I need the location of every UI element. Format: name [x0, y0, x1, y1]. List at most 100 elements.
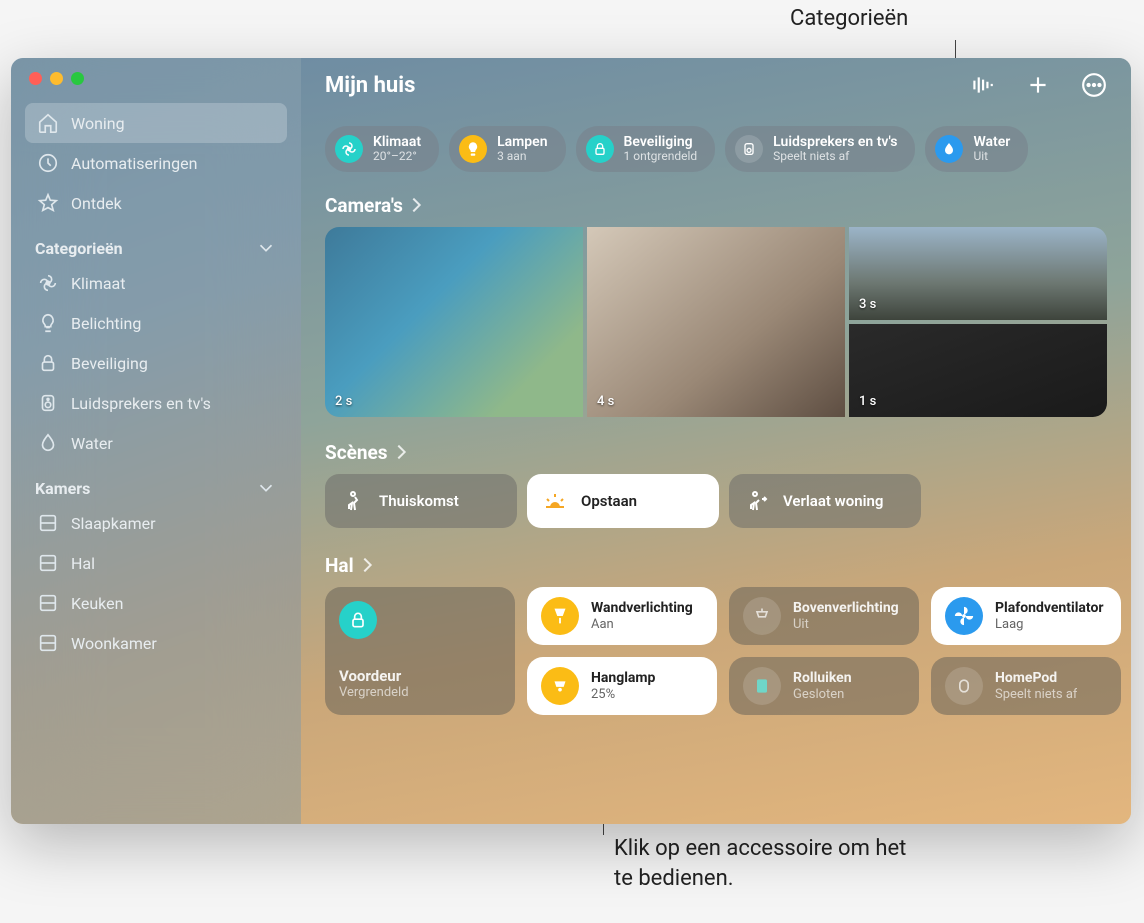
sidebar-item-bedroom[interactable]: Slaapkamer	[25, 503, 287, 543]
drop-icon	[935, 135, 963, 163]
camera-timestamp: 1 s	[859, 394, 876, 409]
fullscreen-window-button[interactable]	[71, 72, 84, 85]
camera-timestamp: 4 s	[597, 394, 614, 409]
app-window: Woning Automatiseringen Ontdek Categorie…	[11, 58, 1131, 824]
window-controls	[25, 68, 287, 103]
sidebar-header-label: Categorieën	[35, 239, 123, 258]
callout-accessory: Klik op een accessoire om het te bediene…	[614, 834, 914, 893]
add-button[interactable]	[1025, 72, 1051, 98]
scene-label: Thuiskomst	[379, 492, 459, 510]
camera-tile[interactable]: 4 s	[587, 227, 845, 417]
sidebar-header-categories[interactable]: Categorieën	[25, 223, 287, 263]
tile-title: Plafondventilator	[995, 600, 1104, 617]
pill-title: Beveiliging	[624, 134, 698, 150]
fan-icon	[335, 135, 363, 163]
close-window-button[interactable]	[29, 72, 42, 85]
pill-sub: Speelt niets af	[773, 150, 897, 164]
tile-sub: Uit	[793, 617, 899, 633]
speaker-icon	[37, 392, 59, 414]
chevron-down-icon	[255, 237, 277, 259]
lock-icon	[339, 601, 377, 639]
camera-tile[interactable]: 2 s	[325, 227, 583, 417]
tile-title: Bovenverlichting	[793, 600, 899, 617]
star-icon	[37, 192, 59, 214]
tile-frontdoor[interactable]: VoordeurVergrendeld	[325, 587, 515, 715]
sunrise-icon	[543, 489, 567, 513]
chevron-down-icon	[255, 477, 277, 499]
pill-climate[interactable]: Klimaat20°–22°	[325, 126, 439, 172]
bulb-icon	[459, 135, 487, 163]
pill-sub: Uit	[973, 150, 1010, 164]
tile-title: HomePod	[995, 670, 1077, 687]
lock-icon	[37, 352, 59, 374]
sidebar-item-label: Ontdek	[71, 194, 122, 213]
sidebar-item-home[interactable]: Woning	[25, 103, 287, 143]
sidebar-item-label: Woonkamer	[71, 634, 157, 653]
scene-leave[interactable]: Verlaat woning	[729, 474, 921, 528]
callout-categories: Categorieën	[790, 6, 908, 31]
pill-speakers[interactable]: Luidsprekers en tv'sSpeelt niets af	[725, 126, 915, 172]
sidebar-item-discover[interactable]: Ontdek	[25, 183, 287, 223]
camera-tile[interactable]: 3 s	[849, 227, 1107, 320]
intercom-button[interactable]	[969, 72, 995, 98]
cameras-grid: 2 s 3 s 4 s 1 s	[325, 227, 1107, 417]
tile-sub: Gesloten	[793, 687, 852, 703]
tile-pendant-light[interactable]: Hanglamp25%	[527, 657, 717, 715]
pill-title: Water	[973, 134, 1010, 150]
tile-ceiling-fan[interactable]: PlafondventilatorLaag	[931, 587, 1121, 645]
room-icon	[37, 552, 59, 574]
sidebar-item-livingroom[interactable]: Woonkamer	[25, 623, 287, 663]
pill-title: Luidsprekers en tv's	[773, 134, 897, 150]
tile-sub: Aan	[591, 617, 693, 633]
chevron-right-icon	[358, 558, 372, 572]
pill-security[interactable]: Beveiliging1 ontgrendeld	[576, 126, 716, 172]
sidebar-item-climate[interactable]: Klimaat	[25, 263, 287, 303]
pill-lights[interactable]: Lampen3 aan	[449, 126, 565, 172]
pill-water[interactable]: WaterUit	[925, 126, 1028, 172]
section-label: Hal	[325, 554, 354, 577]
tile-homepod[interactable]: HomePodSpeelt niets af	[931, 657, 1121, 715]
sidebar-header-rooms[interactable]: Kamers	[25, 463, 287, 503]
tile-title: Rolluiken	[793, 670, 852, 687]
person-leave-icon	[745, 489, 769, 513]
chevron-right-icon	[391, 445, 405, 459]
sidebar-item-security[interactable]: Beveiliging	[25, 343, 287, 383]
sidebar-item-hal[interactable]: Hal	[25, 543, 287, 583]
tile-sub: Speelt niets af	[995, 687, 1077, 703]
section-label: Scènes	[325, 441, 388, 464]
sidebar-item-automations[interactable]: Automatiseringen	[25, 143, 287, 183]
room-icon	[37, 512, 59, 534]
minimize-window-button[interactable]	[50, 72, 63, 85]
tile-sub: Laag	[995, 617, 1104, 633]
sidebar-item-water[interactable]: Water	[25, 423, 287, 463]
pill-sub: 20°–22°	[373, 150, 421, 164]
home-icon	[37, 112, 59, 134]
scene-wakeup[interactable]: Opstaan	[527, 474, 719, 528]
sidebar-item-label: Water	[71, 434, 113, 453]
more-button[interactable]	[1081, 72, 1107, 98]
sidebar-item-label: Belichting	[71, 314, 141, 333]
tile-wall-light[interactable]: WandverlichtingAan	[527, 587, 717, 645]
tile-sub: 25%	[591, 687, 655, 703]
sidebar-item-kitchen[interactable]: Keuken	[25, 583, 287, 623]
camera-tile[interactable]: 1 s	[849, 324, 1107, 417]
drop-icon	[37, 432, 59, 454]
scene-label: Opstaan	[581, 492, 637, 510]
fan-icon	[37, 272, 59, 294]
tile-title: Wandverlichting	[591, 600, 693, 617]
chevron-right-icon	[407, 198, 421, 212]
light-icon	[541, 667, 579, 705]
scene-arrive[interactable]: Thuiskomst	[325, 474, 517, 528]
sidebar-item-lighting[interactable]: Belichting	[25, 303, 287, 343]
tile-blinds[interactable]: RolluikenGesloten	[729, 657, 919, 715]
section-scenes[interactable]: Scènes	[325, 441, 1107, 474]
section-hal[interactable]: Hal	[325, 554, 1107, 587]
sidebar-item-label: Klimaat	[71, 274, 126, 293]
tile-ceiling-light[interactable]: BovenverlichtingUit	[729, 587, 919, 645]
light-icon	[541, 597, 579, 635]
camera-timestamp: 2 s	[335, 394, 352, 409]
sidebar-item-speakers[interactable]: Luidsprekers en tv's	[25, 383, 287, 423]
sidebar-item-label: Woning	[71, 114, 125, 133]
tile-title: Voordeur	[339, 667, 409, 685]
section-cameras[interactable]: Camera's	[325, 194, 1107, 227]
